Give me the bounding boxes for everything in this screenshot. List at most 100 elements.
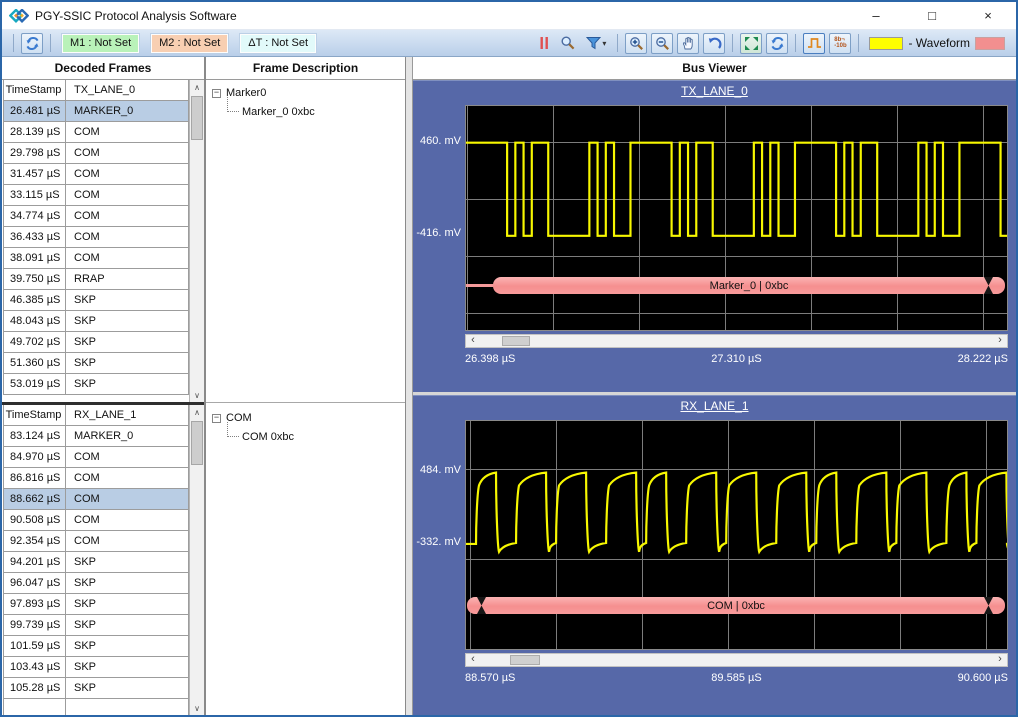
scroll-left-icon[interactable] — [466, 335, 480, 347]
waveform-color-swatch — [869, 37, 903, 50]
table-row[interactable]: 86.816 µSCOM — [3, 467, 189, 489]
table-row[interactable]: 34.774 µSCOM — [3, 205, 189, 227]
table-row[interactable]: 39.750 µSRRAP — [3, 268, 189, 290]
table-row[interactable]: 97.893 µSSKP — [3, 593, 189, 615]
time-label-center: 27.310 µS — [711, 353, 761, 365]
table-row[interactable]: 46.385 µSSKP — [3, 289, 189, 311]
table-vscrollbar[interactable] — [189, 80, 204, 402]
tree-root-item[interactable]: Marker0 — [212, 87, 399, 99]
toolbar-separator — [13, 34, 14, 52]
waveform-plot-rx[interactable]: COM | 0xbc — [465, 420, 1008, 650]
time-label-right: 28.222 µS — [958, 353, 1008, 365]
table-row[interactable]: 28.139 µSCOM — [3, 121, 189, 143]
lane-title-rx[interactable]: RX_LANE_1 — [421, 399, 1008, 417]
table-row[interactable]: 92.354 µSCOM — [3, 530, 189, 552]
scrollbar-thumb[interactable] — [510, 655, 540, 665]
scroll-right-icon[interactable] — [993, 654, 1007, 666]
zoom-out-icon[interactable] — [651, 33, 673, 54]
time-label-center: 89.585 µS — [711, 672, 761, 684]
y-axis-bottom-label: -416. mV — [415, 227, 461, 239]
table-row[interactable]: 38.091 µSCOM — [3, 247, 189, 269]
scroll-left-icon[interactable] — [466, 654, 480, 666]
marker1-status[interactable]: M1 : Not Set — [62, 34, 139, 53]
filter-icon[interactable]: ▾ — [581, 33, 611, 54]
scrollbar-thumb[interactable] — [191, 421, 203, 465]
lane-title-tx[interactable]: TX_LANE_0 — [421, 84, 1008, 102]
waveform-panel-rx-lane-1: RX_LANE_1 COM | 0xbc 484. mV -332. mV — [413, 395, 1016, 715]
table-row[interactable]: 101.59 µSSKP — [3, 635, 189, 657]
frame-marker-bar-rx[interactable]: COM | 0xbc — [467, 597, 1005, 614]
tree-collapse-icon[interactable] — [212, 414, 221, 423]
refresh-icon[interactable] — [766, 33, 788, 54]
frame-marker-bar-tx[interactable]: Marker_0 | 0xbc — [493, 277, 1005, 294]
table-row[interactable]: 53.019 µSSKP — [3, 373, 189, 395]
table-row[interactable]: 94.201 µSSKP — [3, 551, 189, 573]
table-row[interactable] — [3, 698, 189, 715]
bus-viewer-panel: Bus Viewer TX_LANE_0 Marker_0 | 0xbc — [413, 57, 1016, 715]
table-row[interactable]: 49.702 µSSKP — [3, 331, 189, 353]
table-row[interactable]: 88.662 µSCOM — [3, 488, 189, 510]
scroll-down-icon[interactable] — [190, 388, 204, 402]
undo-icon[interactable] — [703, 33, 725, 54]
table-row[interactable]: 51.360 µSSKP — [3, 352, 189, 374]
fit-screen-icon[interactable] — [740, 33, 762, 54]
waveform-hscrollbar-tx[interactable] — [465, 334, 1008, 348]
toolbar-right-group: ▾ — [532, 33, 1010, 54]
table-row[interactable]: 99.739 µSSKP — [3, 614, 189, 636]
bus-viewer-body: TX_LANE_0 Marker_0 | 0xbc 460. mV -416. … — [413, 80, 1016, 715]
table-header-row: TimeStampRX_LANE_1 — [3, 405, 189, 426]
table-row[interactable]: 96.047 µSSKP — [3, 572, 189, 594]
panel-splitter[interactable] — [406, 57, 413, 715]
frame-marker-label: Marker_0 | 0xbc — [710, 280, 789, 292]
scroll-down-icon[interactable] — [190, 701, 204, 715]
scroll-up-icon[interactable] — [190, 405, 204, 419]
pan-hand-icon[interactable] — [677, 33, 699, 54]
marker-cursors-icon[interactable] — [533, 33, 555, 54]
table-row[interactable]: 83.124 µSMARKER_0 — [3, 425, 189, 447]
table-row[interactable]: 48.043 µSSKP — [3, 310, 189, 332]
scrollbar-thumb[interactable] — [191, 96, 203, 140]
maximize-button[interactable]: □ — [904, 2, 960, 29]
table-row[interactable]: 84.970 µSCOM — [3, 446, 189, 468]
scroll-right-icon[interactable] — [993, 335, 1007, 347]
tree-collapse-icon[interactable] — [212, 89, 221, 98]
waveform-plot-tx[interactable]: Marker_0 | 0xbc — [465, 105, 1008, 331]
marker2-status[interactable]: M2 : Not Set — [151, 34, 228, 53]
bus-viewer-title: Bus Viewer — [413, 57, 1016, 80]
table-row[interactable]: 29.798 µSCOM — [3, 142, 189, 164]
toolbar-separator — [795, 34, 796, 52]
time-label-left: 26.398 µS — [465, 353, 515, 365]
minimize-button[interactable]: – — [848, 2, 904, 29]
table-row[interactable]: 103.43 µSSKP — [3, 656, 189, 678]
pulse-wave-icon[interactable] — [803, 33, 825, 54]
time-label-right: 90.600 µS — [958, 672, 1008, 684]
waveform-hscrollbar-rx[interactable] — [465, 653, 1008, 667]
toolbar-separator — [858, 34, 859, 52]
table-row[interactable]: 90.508 µSCOM — [3, 509, 189, 531]
sync-icon[interactable] — [21, 33, 43, 54]
scrollbar-thumb[interactable] — [502, 336, 530, 346]
waveform-legend-label: - Waveform — [908, 36, 970, 50]
tree-child-item[interactable]: COM 0xbc — [223, 431, 399, 443]
table-row[interactable]: 33.115 µSCOM — [3, 184, 189, 206]
table-row[interactable]: 36.433 µSCOM — [3, 226, 189, 248]
search-icon[interactable] — [557, 33, 579, 54]
table-vscrollbar[interactable] — [189, 405, 204, 715]
scroll-up-icon[interactable] — [190, 80, 204, 94]
y-axis-top-label: 484. mV — [415, 464, 461, 476]
delta-t-status[interactable]: ΔT : Not Set — [240, 34, 316, 53]
table-row[interactable]: 26.481 µSMARKER_0 — [3, 100, 189, 122]
encode-8b10b-icon[interactable]: 8b¬-10b — [829, 33, 851, 54]
frame-color-swatch — [975, 37, 1005, 50]
frame-description-tree-tx: Marker0 Marker_0 0xbc — [206, 80, 405, 402]
tree-root-item[interactable]: COM — [212, 412, 399, 424]
tree-child-label: Marker_0 0xbc — [242, 106, 315, 118]
table-row[interactable]: 105.28 µSSKP — [3, 677, 189, 699]
table-row[interactable]: 31.457 µSCOM — [3, 163, 189, 185]
close-button[interactable]: × — [960, 2, 1016, 29]
plot-wrap: COM | 0xbc 484. mV -332. mV — [465, 420, 1008, 650]
zoom-in-icon[interactable] — [625, 33, 647, 54]
table-header-row: TimeStampTX_LANE_0 — [3, 80, 189, 101]
tree-child-item[interactable]: Marker_0 0xbc — [223, 106, 399, 118]
frame-marker-label: COM | 0xbc — [707, 600, 765, 612]
